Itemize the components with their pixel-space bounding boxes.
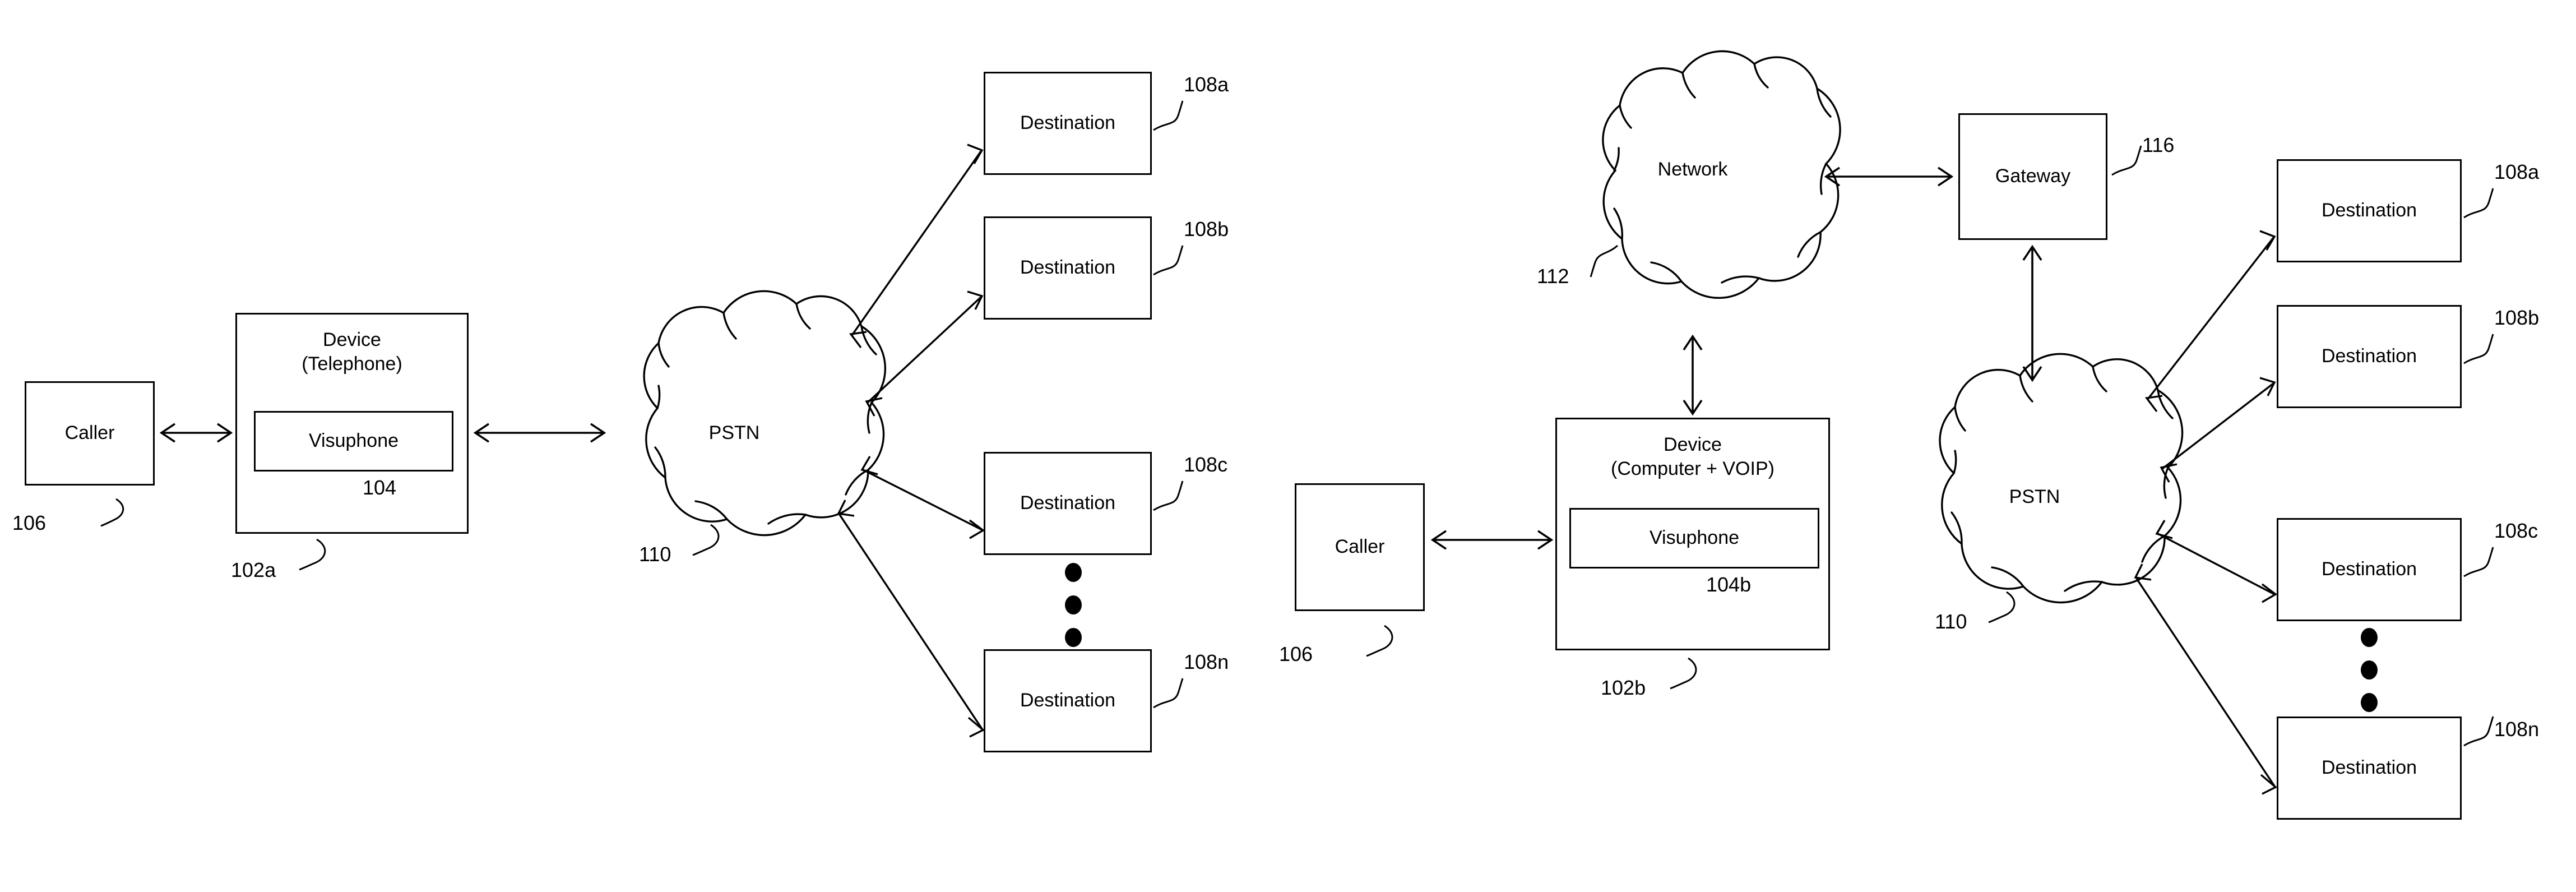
ref-110-right: 110: [1935, 610, 1967, 633]
destination-label: Destination: [1020, 492, 1116, 514]
caller-label-left: Caller: [64, 422, 115, 444]
visuphone-box-right[interactable]: Visuphone: [1569, 508, 1819, 569]
device-title-left: Device (Telephone): [302, 329, 402, 375]
destination-label: Destination: [2321, 558, 2417, 580]
ref-108a-right: 108a: [2494, 160, 2540, 183]
destination-label: Destination: [1020, 257, 1116, 279]
ref-108n-right: 108n: [2494, 718, 2540, 741]
ref-108b-left: 108b: [1184, 218, 1229, 241]
ellipsis-dot: [2361, 660, 2378, 680]
destination-box-108c-right[interactable]: Destination: [2277, 518, 2462, 621]
ref-106-left: 106: [12, 511, 47, 534]
destination-box-108b-right[interactable]: Destination: [2277, 305, 2462, 408]
device-box-left[interactable]: Device (Telephone) Visuphone 104: [235, 313, 469, 534]
arrow-pstn-dest-b-right: [2160, 377, 2276, 483]
arrow-pstn-dest-a-left: [849, 144, 984, 349]
ref-108a-left: 108a: [1184, 73, 1229, 96]
ref-106-right: 106: [1279, 643, 1313, 665]
gateway-box[interactable]: Gateway: [1958, 113, 2107, 240]
arrow-caller-device-right: [1430, 530, 1554, 550]
arrow-pstn-dest-a-right: [2144, 230, 2276, 413]
ref-108b-right: 108b: [2494, 306, 2540, 329]
visuphone-box-left[interactable]: Visuphone: [254, 411, 453, 472]
arrow-network-device: [1683, 334, 1703, 416]
destination-label: Destination: [2321, 345, 2417, 367]
device-title-right: Device (Computer + VOIP): [1611, 434, 1775, 479]
ref-104b: 104b: [1706, 573, 1752, 596]
arrow-pstn-dest-c-left: [860, 456, 985, 539]
ref-108c-right: 108c: [2494, 519, 2538, 542]
ref-110-left: 110: [639, 543, 671, 566]
arrow-pstn-dest-n-right: [2134, 563, 2278, 795]
ref-102b: 102b: [1601, 676, 1646, 699]
pstn-label-right: PSTN: [2009, 486, 2060, 507]
caller-box-left[interactable]: Caller: [25, 381, 155, 486]
ref-108c-left: 108c: [1184, 453, 1228, 476]
network-label: Network: [1657, 159, 1728, 180]
destination-label: Destination: [2321, 757, 2417, 779]
pstn-cloud-left: [643, 290, 887, 537]
ref-104: 104: [363, 476, 397, 499]
destination-label: Destination: [1020, 112, 1116, 134]
visuphone-label-left: Visuphone: [308, 430, 399, 452]
ellipsis-dot: [1065, 595, 1082, 614]
gateway-label: Gateway: [1995, 165, 2071, 187]
ref-102a: 102a: [231, 558, 276, 581]
destination-box-108n-left[interactable]: Destination: [984, 649, 1152, 752]
caller-box-right[interactable]: Caller: [1295, 483, 1425, 611]
arrow-pstn-dest-c-right: [2155, 520, 2278, 603]
destination-label: Destination: [1020, 690, 1116, 711]
arrow-network-gateway: [1824, 167, 1954, 187]
arrow-pstn-dest-n-left: [837, 500, 985, 738]
ellipsis-dot: [1065, 628, 1082, 647]
caller-label-right: Caller: [1335, 536, 1385, 558]
destination-box-108b-left[interactable]: Destination: [984, 216, 1152, 320]
pstn-label-left: PSTN: [708, 422, 760, 443]
destination-box-108c-left[interactable]: Destination: [984, 452, 1152, 555]
ellipsis-dot: [2361, 628, 2378, 647]
ellipsis-dot: [2361, 693, 2378, 712]
arrow-device-pstn-left: [473, 423, 606, 443]
ref-116: 116: [2142, 133, 2175, 156]
visuphone-label-right: Visuphone: [1649, 527, 1740, 549]
ref-112: 112: [1537, 265, 1569, 288]
destination-box-108n-right[interactable]: Destination: [2277, 717, 2462, 820]
figure-canvas: Caller 106 Device (Telephone) Visuphone …: [0, 0, 2576, 892]
destination-label: Destination: [2321, 200, 2417, 221]
destination-box-108a-right[interactable]: Destination: [2277, 159, 2462, 262]
destination-box-108a-left[interactable]: Destination: [984, 72, 1152, 175]
device-box-right[interactable]: Device (Computer + VOIP) Visuphone 104b: [1555, 418, 1830, 650]
ref-108n-left: 108n: [1184, 650, 1229, 673]
pstn-cloud-right: [1939, 353, 2184, 604]
ellipsis-dot: [1065, 563, 1082, 582]
